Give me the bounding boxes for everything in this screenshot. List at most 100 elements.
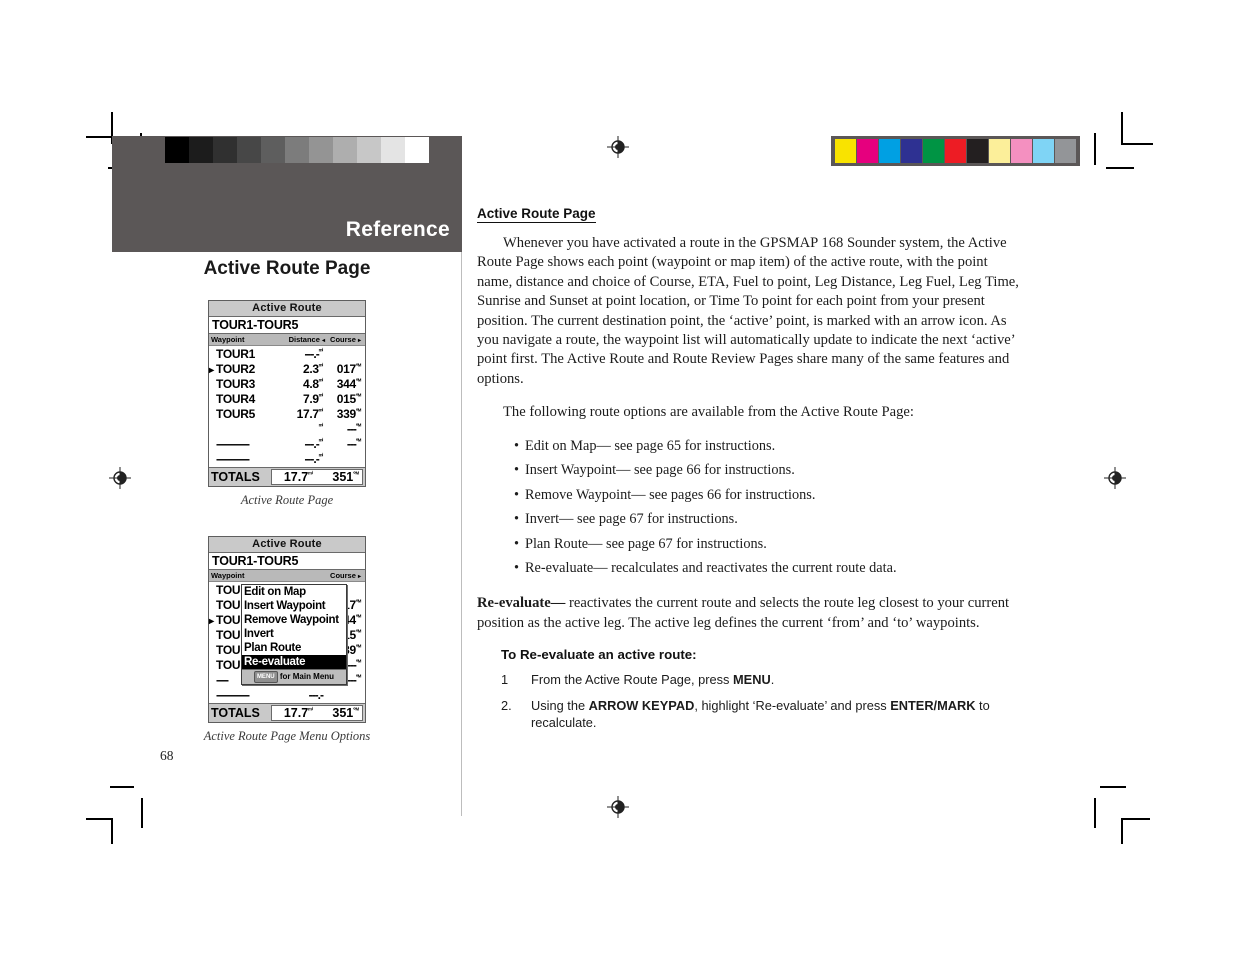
- totals-course: 351ºᴹ: [332, 706, 359, 721]
- menu-item-invert[interactable]: Invert: [242, 627, 346, 641]
- crop-mark-top-right-vertical: [1121, 112, 1123, 144]
- menu-item-remove-waypoint[interactable]: Remove Waypoint: [242, 613, 346, 627]
- grayscale-calibration-strip: [165, 137, 429, 163]
- waypoint-name: TOUR4: [216, 392, 255, 406]
- menu-item-plan-route[interactable]: Plan Route: [242, 641, 346, 655]
- waypoint-course: 015ºᴹ: [336, 392, 362, 406]
- menu-item-insert-waypoint[interactable]: Insert Waypoint: [242, 599, 346, 613]
- table-row[interactable]: TOUR5 17.7ᵐⁱ 339ºᴹ: [209, 407, 365, 422]
- body-paragraph-2: The following route options are availabl…: [503, 404, 914, 421]
- waypoint-distance: ᵐⁱ: [318, 423, 324, 430]
- step-number: 1: [501, 671, 509, 687]
- step-number: 2.: [501, 697, 512, 713]
- table-row[interactable]: ----------- ---.-: [209, 688, 365, 703]
- gps-column-header: Waypoint Distance ◂ Course ▸: [209, 334, 365, 346]
- left-column: Active Route Page Active Route TOUR1-TOU…: [112, 258, 462, 744]
- crop-mark-bottom-left-horizontal: [110, 786, 134, 788]
- waypoint-course: 339ºᴹ: [336, 407, 362, 421]
- waypoint-name: TOUR1: [216, 347, 255, 361]
- color-swatch-0: [835, 139, 856, 163]
- totals-values: 17.7ᵐⁱ 351ºᴹ: [271, 469, 363, 486]
- crop-mark-top-right-horizontal: [1121, 143, 1153, 145]
- table-row[interactable]: ----------- ---.-ᵐⁱ: [209, 452, 365, 467]
- procedure-heading: To Re-evaluate an active route:: [501, 646, 697, 662]
- context-menu[interactable]: Edit on Map Insert Waypoint Remove Waypo…: [241, 584, 347, 686]
- crop-mark-bottom-left-outer-horizontal: [86, 818, 112, 820]
- figure-caption: Active Route Page: [240, 493, 334, 508]
- bullet-icon: •: [514, 462, 520, 479]
- bullet-icon: •: [514, 486, 520, 503]
- list-item: • Edit on Map— see page 65 for instructio…: [514, 437, 776, 454]
- color-swatch-6: [967, 139, 988, 163]
- page-title: Active Route Page: [203, 258, 371, 279]
- totals-distance: 17.7ᵐⁱ: [283, 470, 313, 485]
- grayscale-swatch-8: [357, 137, 381, 163]
- crop-mark-bottom-left-outer-vertical: [111, 818, 113, 844]
- figure-active-route-page: Active Route TOUR1-TOUR5 Waypoint Distan…: [112, 300, 462, 508]
- table-row[interactable]: ▸ TOUR2 2.3ᵐⁱ 017ºᴹ: [209, 362, 365, 377]
- table-row[interactable]: ᵐⁱ ---ºᴹ: [209, 422, 365, 437]
- menu-item-re-evaluate[interactable]: Re-evaluate: [242, 655, 346, 670]
- procedure-step-2: 2. Using the ARROW KEYPAD, highlight ‘Re…: [477, 697, 1025, 731]
- grayscale-swatch-4: [261, 137, 285, 163]
- waypoint-distance: 17.7ᵐⁱ: [296, 407, 324, 421]
- gps-totals-row: TOTALS 17.7ᵐⁱ 351ºᴹ: [209, 467, 365, 487]
- step-text: From the Active Route Page, press MENU.: [531, 671, 775, 687]
- color-swatch-2: [879, 139, 900, 163]
- crop-mark-bottom-right-horizontal: [1100, 786, 1126, 788]
- list-item: • Insert Waypoint— see page 66 for instru…: [514, 462, 795, 479]
- table-row[interactable]: TOUR1 ---.-ᵐⁱ: [209, 347, 365, 362]
- list-item: • Invert— see page 67 for instructions.: [514, 511, 738, 528]
- registration-mark-top: [607, 136, 629, 158]
- grayscale-swatch-9: [381, 137, 405, 163]
- right-arrow-icon: ▸: [357, 574, 361, 581]
- route-options-list: • Edit on Map— see page 65 for instructio…: [477, 437, 1025, 579]
- grayscale-swatch-0: [165, 137, 189, 163]
- color-swatch-1: [857, 139, 878, 163]
- totals-course: 351ºᴹ: [332, 470, 359, 484]
- right-arrow-icon: ▸: [357, 338, 361, 344]
- waypoint-name: TOUR5: [216, 407, 255, 421]
- registration-mark-bottom: [607, 796, 629, 818]
- waypoint-distance: ---.-ᵐⁱ: [304, 452, 323, 466]
- column-header-distance: [273, 571, 325, 580]
- waypoint-distance: 4.8ᵐⁱ: [302, 377, 323, 391]
- reevaluate-paragraph: Re-evaluate— reactivates the current rou…: [477, 594, 1025, 633]
- waypoint-name: TOUR3: [216, 377, 255, 391]
- section-tab-label: Reference: [345, 218, 450, 241]
- waypoint-distance: ---.-ᵐⁱ: [304, 347, 323, 361]
- color-calibration-strip: [831, 136, 1080, 166]
- color-swatch-3: [901, 139, 922, 163]
- waypoint-course: ---ºᴹ: [346, 437, 361, 451]
- color-swatch-7: [989, 139, 1010, 163]
- gps-screen-active-route-menu: Active Route TOUR1-TOUR5 Waypoint Course…: [208, 536, 366, 724]
- waypoint-course: 344ºᴹ: [336, 377, 362, 391]
- grayscale-swatch-6: [309, 137, 333, 163]
- figure-caption: Active Route Page Menu Options: [203, 729, 371, 744]
- table-row[interactable]: TOUR3 4.8ᵐⁱ 344ºᴹ: [209, 377, 365, 392]
- bullet-icon: •: [514, 437, 520, 454]
- column-header-course: Course ▸: [330, 571, 361, 581]
- list-item: • Re-evaluate— recalculates and reactivat…: [514, 560, 897, 577]
- grayscale-swatch-3: [237, 137, 261, 163]
- step-text: Using the ARROW KEYPAD, highlight ‘Re-ev…: [531, 697, 990, 730]
- menu-footer-text: for Main Menu: [279, 672, 335, 682]
- grayscale-swatch-1: [189, 137, 213, 163]
- table-row[interactable]: ----------- ---.-ᵐⁱ ---ºᴹ: [209, 437, 365, 452]
- figure-active-route-menu: Active Route TOUR1-TOUR5 Waypoint Course…: [112, 536, 462, 744]
- waypoint-name: TOUR2: [216, 362, 255, 376]
- totals-label: TOTALS: [211, 706, 260, 721]
- menu-footer-hint: MENU for Main Menu: [242, 669, 346, 685]
- color-swatch-5: [945, 139, 966, 163]
- procedure-step-1: 1 From the Active Route Page, press MENU…: [477, 671, 1025, 688]
- waypoint-name: -----------: [216, 452, 250, 466]
- menu-item-edit-on-map[interactable]: Edit on Map: [242, 585, 346, 599]
- column-header-waypoint: Waypoint: [211, 335, 245, 344]
- table-row[interactable]: TOUR4 7.9ᵐⁱ 015ºᴹ: [209, 392, 365, 407]
- active-point-arrow-icon: ▸: [209, 365, 214, 376]
- menu-key-icon: MENU: [253, 671, 278, 684]
- waypoint-distance: ---.-ᵐⁱ: [304, 437, 323, 451]
- bullet-icon: •: [514, 511, 520, 528]
- column-header-course: Course ▸: [330, 335, 361, 344]
- crop-mark-bottom-right-outer-vertical: [1121, 818, 1123, 844]
